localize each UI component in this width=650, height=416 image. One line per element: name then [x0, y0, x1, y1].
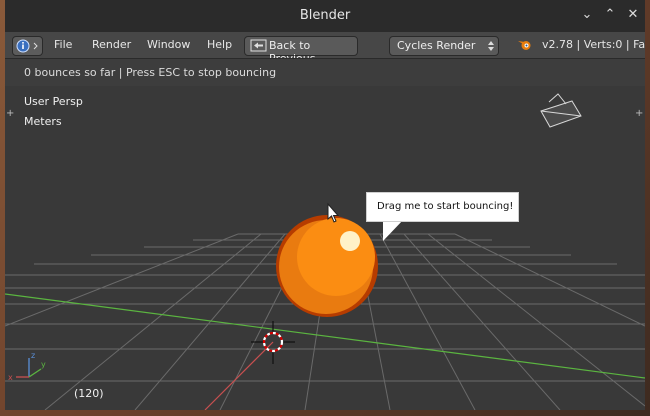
tooltip-text: Drag me to start bouncing!: [377, 201, 514, 212]
camera-icon: [540, 93, 582, 128]
drag-tooltip: Drag me to start bouncing!: [366, 192, 519, 222]
blender-logo-icon: [518, 41, 531, 50]
svg-text:x: x: [8, 373, 13, 382]
right-region-toggle: +: [635, 108, 643, 119]
bouncing-ball: [276, 215, 378, 317]
window-title: Blender: [299, 8, 351, 23]
back-to-previous-button[interactable]: Back to Previous: [244, 36, 358, 65]
info-icon: [16, 39, 38, 53]
scene-stats: v2.78 | Verts:0 | Faces: [542, 38, 645, 51]
3d-viewport[interactable]: z x y + + User Persp Meters (120) Drag m…: [5, 86, 645, 410]
dropdown-arrow-icon: [33, 42, 38, 50]
axis-gizmo-icon: z x y: [8, 351, 46, 382]
title-bar: Blender ⌄ ⌃ ✕: [5, 0, 645, 32]
collapse-window-button[interactable]: ⌄: [578, 6, 596, 24]
left-region-toggle: +: [6, 108, 14, 119]
render-engine-label: Cycles Render: [397, 39, 476, 52]
menu-help[interactable]: Help: [207, 38, 232, 51]
close-window-button[interactable]: ✕: [624, 6, 642, 24]
editor-type-button[interactable]: [12, 36, 43, 56]
svg-text:z: z: [31, 351, 35, 360]
render-engine-select[interactable]: Cycles Render: [389, 36, 499, 56]
maximize-window-button[interactable]: ⌃: [601, 6, 619, 24]
menu-bar: File Render Window Help Back to Previous…: [5, 32, 645, 65]
status-bar: 0 bounces so far | Press ESC to stop bou…: [5, 58, 645, 87]
units-label: Meters: [24, 115, 62, 128]
menu-render[interactable]: Render: [92, 38, 131, 51]
status-message: 0 bounces so far | Press ESC to stop bou…: [24, 66, 277, 79]
menu-window[interactable]: Window: [147, 38, 190, 51]
viewport-scene: z x y + +: [5, 93, 645, 410]
x-axis-line: [204, 341, 274, 410]
dropdown-arrow-icon: [488, 41, 494, 51]
view-name-label: User Persp: [24, 95, 83, 108]
menu-file[interactable]: File: [54, 38, 72, 51]
svg-text:y: y: [41, 360, 46, 369]
back-arrow-icon: [250, 39, 267, 52]
blender-window: Blender ⌄ ⌃ ✕ File Render Window Help Ba…: [5, 0, 645, 410]
frame-number-label: (120): [74, 387, 104, 400]
